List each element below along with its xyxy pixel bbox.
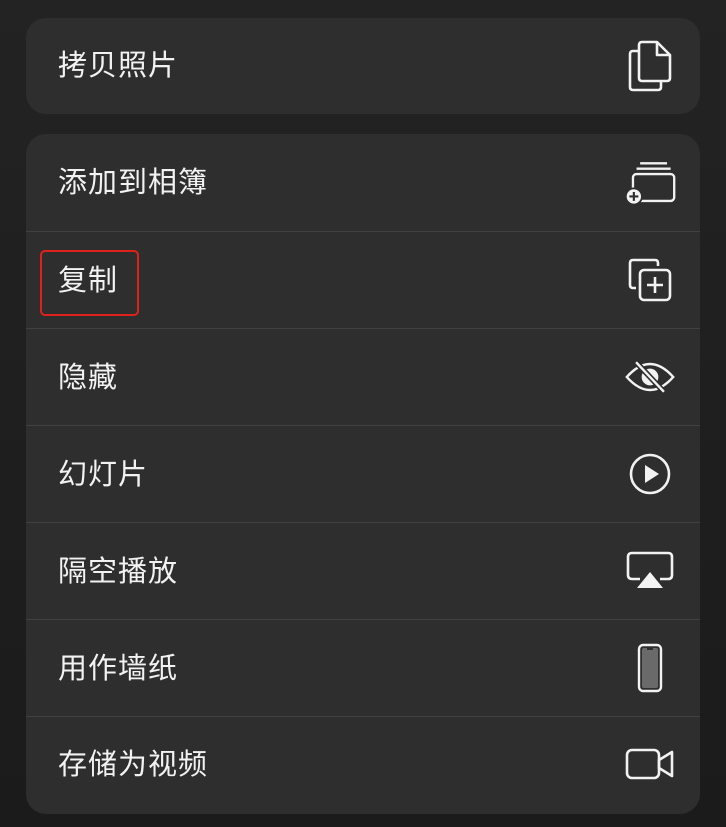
menu-item-label: 幻灯片 — [58, 456, 149, 491]
photo-action-menu-screen: 拷贝照片 添加到相簿 复制 隐藏 幻灯片 隔空播放 用作墙纸 存储为视频 — [0, 0, 726, 827]
menu-item-label: 存储为视频 — [58, 746, 209, 781]
duplicate-icon — [624, 254, 676, 306]
iphone-icon — [624, 642, 676, 694]
menu-item-slideshow[interactable]: 幻灯片 — [26, 425, 700, 522]
menu-item-airplay[interactable]: 隔空播放 — [26, 522, 700, 619]
video-camera-icon — [624, 738, 676, 790]
menu-item-label: 拷贝照片 — [58, 48, 179, 82]
menu-group-copy: 拷贝照片 — [26, 18, 700, 114]
menu-item-hide[interactable]: 隐藏 — [26, 328, 700, 425]
menu-item-label: 用作墙纸 — [58, 650, 179, 685]
menu-item-use-as-wallpaper[interactable]: 用作墙纸 — [26, 619, 700, 716]
menu-item-label: 隔空播放 — [58, 553, 179, 588]
menu-item-label: 复制 — [58, 262, 119, 297]
eye-slash-icon — [624, 351, 676, 403]
play-circle-icon — [624, 448, 676, 500]
menu-item-duplicate[interactable]: 复制 — [26, 231, 700, 328]
menu-item-label: 隐藏 — [58, 359, 119, 394]
menu-item-save-as-video[interactable]: 存储为视频 — [26, 716, 700, 811]
airplay-icon — [624, 545, 676, 597]
menu-group-actions: 添加到相簿 复制 隐藏 幻灯片 隔空播放 用作墙纸 存储为视频 — [26, 134, 700, 814]
add-to-album-icon — [624, 157, 676, 209]
menu-item-copy-photo[interactable]: 拷贝照片 — [26, 18, 700, 113]
copy-photo-icon — [624, 40, 676, 92]
menu-item-label: 添加到相簿 — [58, 165, 209, 199]
menu-item-add-to-album[interactable]: 添加到相簿 — [26, 134, 700, 231]
